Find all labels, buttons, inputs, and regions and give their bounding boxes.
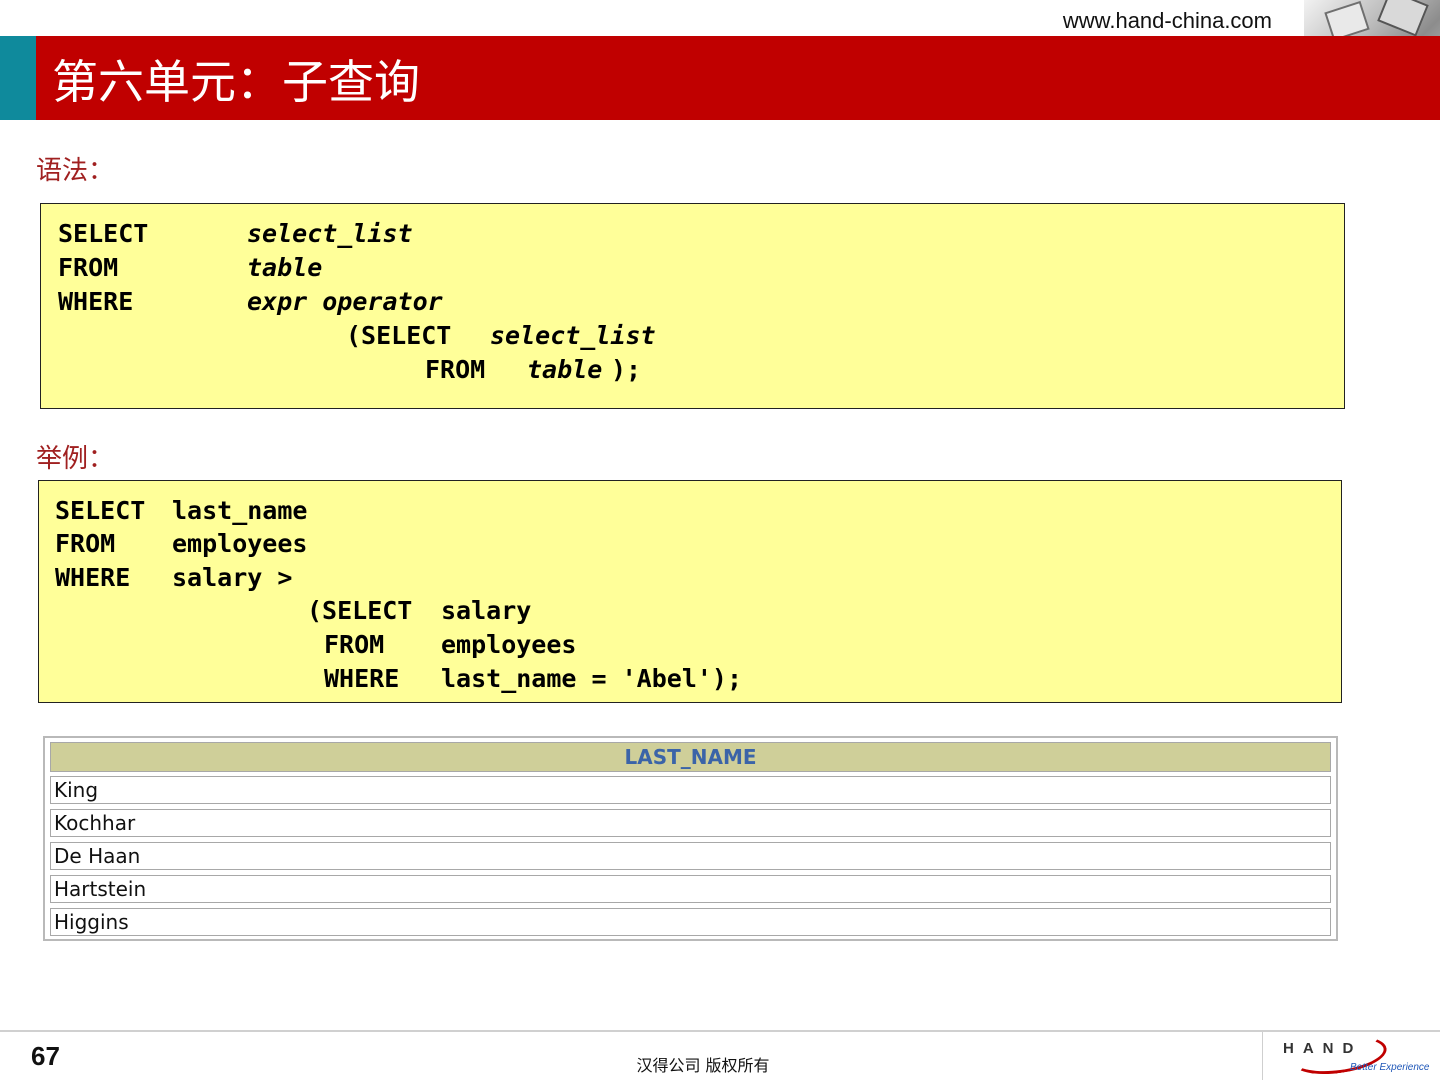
example-argument: employees (172, 529, 308, 558)
title-bar: 第六单元：子查询 (0, 36, 1440, 120)
syntax-keyword: SELECT (58, 219, 149, 248)
title-accent-stripe (0, 36, 36, 120)
syntax-tail: ); (611, 355, 642, 384)
syntax-keyword: FROM (425, 355, 486, 384)
website-url: www.hand-china.com (1062, 8, 1272, 33)
footer-divider (0, 1030, 1440, 1032)
syntax-argument: table (247, 253, 323, 282)
logo-tagline: Better Experience (1350, 1062, 1430, 1073)
example-argument: salary (441, 596, 532, 625)
example-argument: last_name = 'Abel'); (441, 664, 743, 693)
example-keyword: (SELECT (307, 596, 413, 625)
example-keyword: FROM (324, 630, 385, 659)
example-argument: salary > (172, 563, 293, 592)
table-row: Kochhar (50, 809, 1331, 837)
syntax-argument: select_list (490, 321, 656, 350)
syntax-argument: expr operator (247, 287, 443, 316)
example-code-box: SELECT last_name FROM employees WHERE sa… (38, 480, 1342, 703)
table-row: Higgins (50, 908, 1331, 936)
example-keyword: WHERE (55, 563, 131, 592)
copyright-text: 汉得公司 版权所有 (636, 1056, 770, 1075)
example-keyword: FROM (55, 529, 116, 558)
query-result-table: LAST_NAME King Kochhar De Haan Hartstein… (43, 736, 1338, 941)
hand-logo: HAND Better Experience (1262, 1030, 1440, 1080)
syntax-argument: table (527, 355, 603, 384)
column-header-last-name: LAST_NAME (50, 742, 1331, 772)
keyboard-key-shape (1377, 0, 1429, 37)
syntax-label: 语法： (36, 156, 115, 186)
example-keyword: WHERE (324, 664, 400, 693)
syntax-argument: select_list (247, 219, 413, 248)
slide-title: 第六单元：子查询 (52, 55, 420, 109)
syntax-keyword: (SELECT (346, 321, 452, 350)
example-argument: employees (441, 630, 577, 659)
table-row: King (50, 776, 1331, 804)
example-argument: last_name (172, 496, 308, 525)
syntax-keyword: WHERE (58, 287, 134, 316)
example-keyword: SELECT (55, 496, 146, 525)
example-label: 举例： (36, 444, 115, 474)
syntax-keyword: FROM (58, 253, 119, 282)
table-row: Hartstein (50, 875, 1331, 903)
syntax-code-box: SELECT select_list FROM table WHERE expr… (40, 203, 1345, 409)
table-row: De Haan (50, 842, 1331, 870)
logo-wordmark: HAND (1283, 1040, 1363, 1057)
